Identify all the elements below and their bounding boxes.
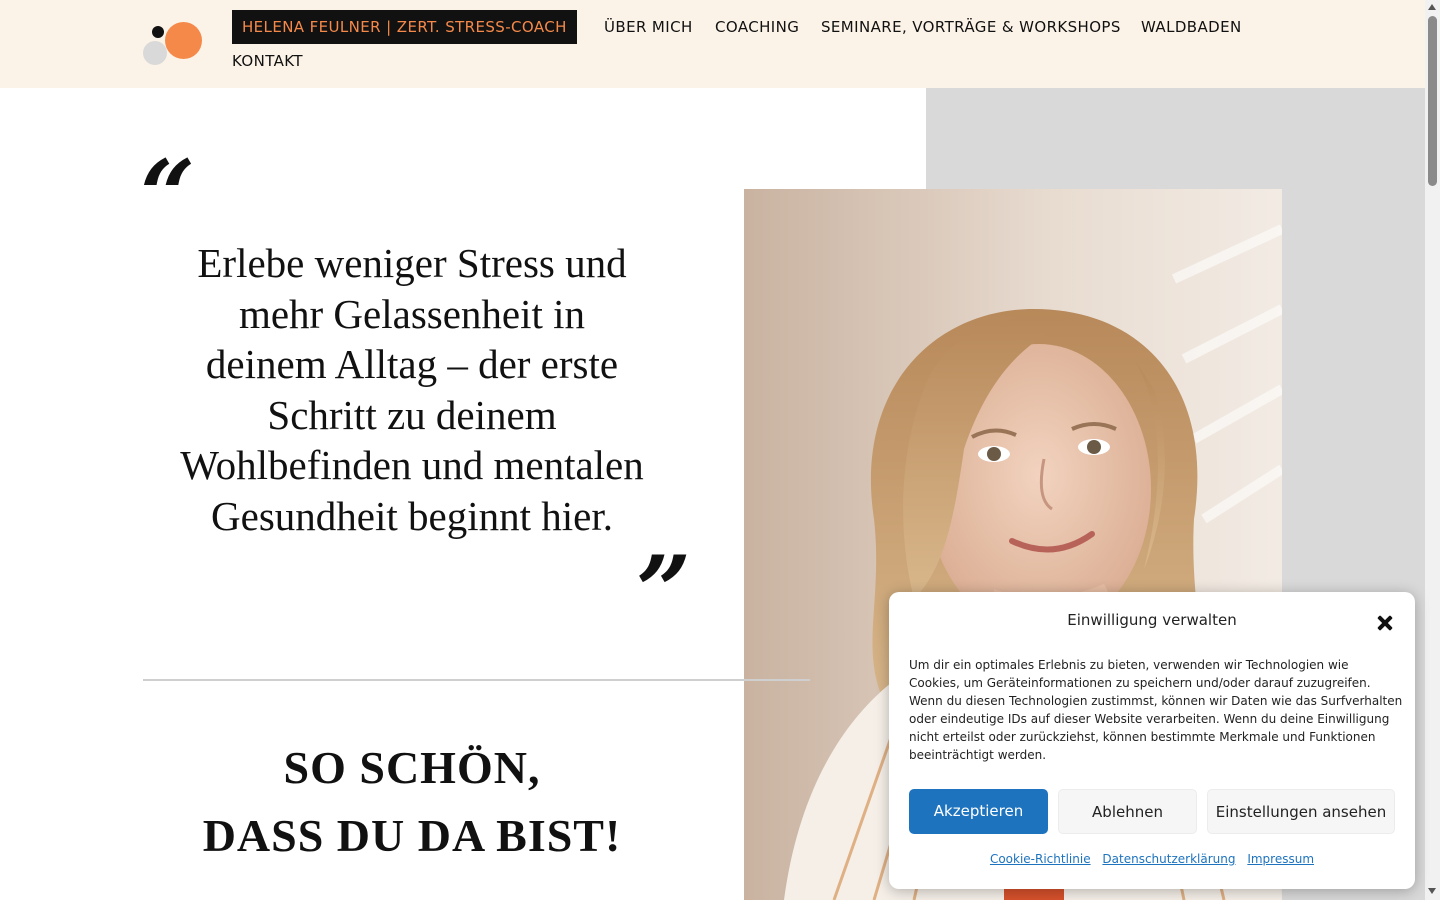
hero-quote: Erlebe weniger Stress und mehr Gelassenh… (180, 240, 644, 539)
deny-button[interactable]: Ablehnen (1058, 789, 1197, 834)
imprint-link[interactable]: Impressum (1247, 852, 1314, 866)
logo-dot-orange (165, 22, 202, 59)
privacy-policy-link[interactable]: Datenschutzerklärung (1102, 852, 1235, 866)
nav-item-ueber-mich[interactable]: ÜBER MICH (604, 10, 693, 44)
quote-open-mark: “ (140, 139, 196, 252)
nav-item-seminare[interactable]: SEMINARE, VORTRÄGE & WORKSHOPS (821, 10, 1121, 44)
site-logo[interactable] (143, 22, 203, 66)
scroll-up-arrow-icon[interactable] (1428, 4, 1436, 10)
nav-brand-home[interactable]: HELENA FEULNER | ZERT. STRESS-COACH (232, 10, 577, 44)
view-settings-button[interactable]: Einstellungen ansehen (1207, 789, 1395, 834)
welcome-heading: SO SCHÖN, DASS DU DA BIST! (143, 734, 681, 870)
site-header: HELENA FEULNER | ZERT. STRESS-COACH ÜBER… (0, 0, 1425, 88)
scroll-down-arrow-icon[interactable] (1428, 888, 1436, 894)
page-scrollbar[interactable] (1425, 0, 1440, 900)
logo-dot-grey (143, 41, 167, 65)
cookie-dialog-title: Einwilligung verwalten (1067, 611, 1237, 629)
cookie-links: Cookie-Richtlinie Datenschutzerklärung I… (889, 852, 1415, 866)
logo-dot-black (152, 26, 164, 38)
section-divider (143, 679, 810, 681)
cookie-consent-dialog: Einwilligung verwalten Um dir ein optima… (889, 592, 1415, 889)
quote-close-mark: ” (636, 535, 692, 648)
accept-button[interactable]: Akzeptieren (909, 789, 1048, 834)
welcome-line-2: DASS DU DA BIST! (202, 810, 622, 861)
close-icon[interactable] (1372, 610, 1398, 636)
nav-item-waldbaden[interactable]: WALDBADEN (1141, 10, 1242, 44)
cookie-dialog-text: Um dir ein optimales Erlebnis zu bieten,… (909, 658, 1403, 762)
welcome-line-1: SO SCHÖN, (283, 742, 541, 793)
nav-item-kontakt[interactable]: KONTAKT (232, 44, 303, 78)
cookie-policy-link[interactable]: Cookie-Richtlinie (990, 852, 1091, 866)
scrollbar-thumb[interactable] (1428, 16, 1437, 186)
nav-item-coaching[interactable]: COACHING (715, 10, 799, 44)
